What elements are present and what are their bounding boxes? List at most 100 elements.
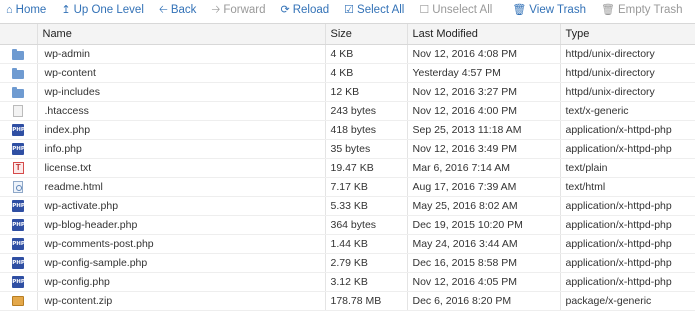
file-icon-cell: PHP [0, 120, 37, 140]
file-name-cell[interactable]: license.txt [36, 158, 325, 178]
php-file-icon: PHP [12, 219, 25, 232]
last-modified-column-header[interactable]: Last Modified [406, 23, 560, 45]
name-column-header[interactable]: Name [36, 23, 325, 45]
file-type-cell: application/x-httpd-php [559, 120, 695, 140]
unselect-all-label: Unselect All [432, 4, 493, 16]
select-all-button[interactable]: ☑ Select All [344, 4, 404, 16]
reload-icon: ⟳ [280, 3, 290, 16]
file-modified-cell: Nov 12, 2016 3:27 PM [406, 82, 560, 102]
file-modified-cell: Nov 12, 2016 4:05 PM [406, 272, 560, 292]
file-icon-cell [0, 177, 37, 197]
unselect-all-button[interactable]: ☐ Unselect All [419, 4, 492, 16]
file-modified-cell: May 25, 2016 8:02 AM [406, 196, 560, 216]
file-name-cell[interactable]: wp-blog-header.php [36, 215, 325, 235]
empty-box-icon: ☐ [419, 3, 430, 16]
file-name-cell[interactable]: info.php [36, 139, 325, 159]
php-file-icon: PHP [12, 143, 25, 156]
file-name-cell[interactable]: wp-includes [36, 82, 325, 102]
folder-icon [12, 86, 25, 98]
home-label: Home [15, 4, 47, 16]
select-all-label: Select All [357, 4, 405, 16]
file-type-cell: application/x-httpd-php [559, 234, 695, 254]
table-header-row: Name Size Last Modified Type [0, 23, 695, 45]
table-row[interactable]: PHP wp-comments-post.php 1.44 KB May 24, 20… [0, 234, 695, 254]
file-name-cell[interactable]: wp-content.zip [36, 291, 325, 311]
back-label: Back [170, 4, 197, 16]
up-one-level-label: Up One Level [73, 4, 144, 16]
file-modified-cell: Dec 19, 2015 10:20 PM [406, 215, 560, 235]
file-name-cell[interactable]: index.php [36, 120, 325, 140]
table-row[interactable]: PHP wp-activate.php 5.33 KB May 25, 2016 8:… [0, 196, 695, 216]
table-row[interactable]: wp-includes 12 KB Nov 12, 2016 3:27 PM http… [0, 82, 695, 102]
file-modified-cell: Nov 12, 2016 4:00 PM [406, 101, 560, 121]
up-one-level-button[interactable]: ↥ Up One Level [61, 4, 144, 16]
view-trash-button[interactable]: 🗑 View Trash [512, 4, 586, 16]
file-modified-cell: Dec 16, 2015 8:58 PM [406, 253, 560, 273]
file-icon-cell [0, 44, 37, 64]
empty-trash-button[interactable]: 🗑 Empty Trash [601, 4, 683, 16]
file-size-cell: 7.17 KB [324, 177, 407, 197]
folder-icon [12, 48, 25, 60]
view-trash-label: View Trash [529, 4, 586, 16]
table-row[interactable]: PHP index.php 418 bytes Sep 25, 2013 11:18 … [0, 120, 695, 140]
file-type-cell: text/plain [559, 158, 695, 178]
table-row[interactable]: PHP wp-config.php 3.12 KB Nov 12, 2016 4:05… [0, 272, 695, 292]
file-name-cell[interactable]: wp-config-sample.php [36, 253, 325, 273]
file-icon-cell: PHP [0, 234, 37, 254]
level-up-icon: ↥ [61, 3, 71, 16]
table-row[interactable]: wp-admin 4 KB Nov 12, 2016 4:08 PM httpd/un… [0, 44, 695, 64]
table-row[interactable]: wp-content.zip 178.78 MB Dec 6, 2016 8:20 … [0, 291, 695, 311]
document-icon [13, 105, 24, 118]
table-row[interactable]: PHP info.php 35 bytes Nov 12, 2016 3:49 PM a… [0, 139, 695, 159]
table-row[interactable]: .htaccess 243 bytes Nov 12, 2016 4:00 PM te… [0, 101, 695, 121]
icon-column-header [0, 23, 37, 45]
file-name-cell[interactable]: wp-admin [36, 44, 325, 64]
file-type-cell: application/x-httpd-php [559, 272, 695, 292]
file-size-cell: 178.78 MB [324, 291, 407, 311]
file-icon-cell: PHP [0, 272, 37, 292]
file-name-cell[interactable]: wp-config.php [36, 272, 325, 292]
php-file-icon: PHP [12, 200, 25, 213]
table-row[interactable]: PHP wp-config-sample.php 2.79 KB Dec 16, 20… [0, 253, 695, 273]
file-name-cell[interactable]: wp-comments-post.php [36, 234, 325, 254]
file-size-cell: 5.33 KB [324, 196, 407, 216]
table-row[interactable]: wp-content 4 KB Yesterday 4:57 PM httpd/uni… [0, 63, 695, 83]
file-type-cell: application/x-httpd-php [559, 139, 695, 159]
file-type-cell: httpd/unix-directory [559, 44, 695, 64]
file-icon-cell [0, 291, 37, 311]
type-column-header[interactable]: Type [559, 23, 695, 45]
reload-button[interactable]: ⟳ Reload [281, 4, 330, 16]
file-type-cell: application/x-httpd-php [559, 196, 695, 216]
folder-icon [12, 67, 25, 79]
home-button[interactable]: ⌂ Home [6, 4, 46, 16]
forward-button[interactable]: 🡢 Forward [211, 4, 265, 16]
file-name-cell[interactable]: wp-content [36, 63, 325, 83]
php-file-icon: PHP [12, 238, 25, 251]
file-type-cell: application/x-httpd-php [559, 215, 695, 235]
back-button[interactable]: 🡠 Back [159, 4, 197, 16]
file-type-cell: httpd/unix-directory [559, 63, 695, 83]
file-name-cell[interactable]: .htaccess [36, 101, 325, 121]
reload-label: Reload [292, 4, 330, 16]
forward-label: Forward [223, 4, 266, 16]
file-size-cell: 12 KB [324, 82, 407, 102]
file-name-cell[interactable]: readme.html [36, 177, 325, 197]
table-row[interactable]: PHP wp-blog-header.php 364 bytes Dec 19, 20… [0, 215, 695, 235]
file-type-cell: text/x-generic [559, 101, 695, 121]
php-file-icon: PHP [12, 124, 25, 137]
empty-trash-label: Empty Trash [617, 4, 683, 16]
table-row[interactable]: Tlicense.txt 19.47 KB Mar 6, 2016 7:14 AM t… [0, 158, 695, 178]
file-modified-cell: Yesterday 4:57 PM [406, 63, 560, 83]
file-modified-cell: Mar 6, 2016 7:14 AM [406, 158, 560, 178]
size-column-header[interactable]: Size [324, 23, 407, 45]
php-file-icon: PHP [12, 276, 25, 289]
file-size-cell: 35 bytes [324, 139, 407, 159]
checked-box-icon: ☑ [344, 3, 355, 16]
home-icon: ⌂ [6, 3, 13, 16]
file-name-cell[interactable]: wp-activate.php [36, 196, 325, 216]
trash-icon: 🗑 [512, 3, 527, 16]
file-type-cell: text/html [559, 177, 695, 197]
file-modified-cell: Nov 12, 2016 3:49 PM [406, 139, 560, 159]
file-size-cell: 1.44 KB [324, 234, 407, 254]
table-row[interactable]: readme.html 7.17 KB Aug 17, 2016 7:39 AM te… [0, 177, 695, 197]
